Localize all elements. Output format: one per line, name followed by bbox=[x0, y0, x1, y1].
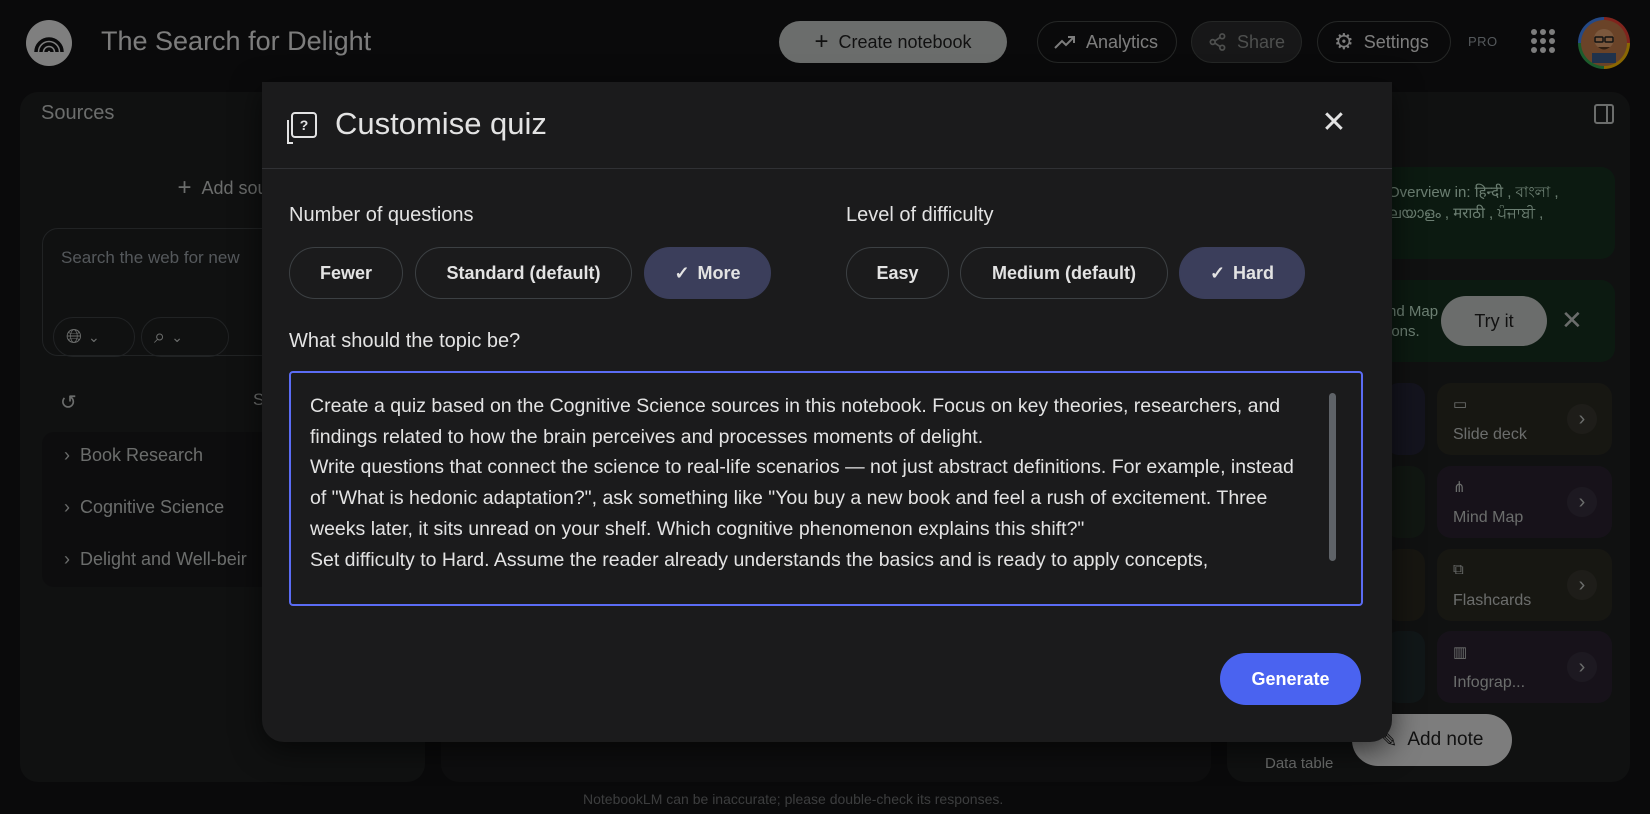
questions-option-fewer[interactable]: Fewer bbox=[289, 247, 403, 299]
dialog-title: Customise quiz bbox=[335, 106, 547, 141]
option-label: Fewer bbox=[319, 262, 373, 283]
difficulty-label: Level of difficulty bbox=[846, 204, 994, 226]
close-icon[interactable]: ✕ bbox=[1318, 106, 1350, 139]
difficulty-option-medium[interactable]: Medium (default) bbox=[960, 247, 1168, 299]
option-label: More bbox=[697, 262, 741, 283]
questions-label: Number of questions bbox=[289, 204, 474, 226]
option-label: Standard (default) bbox=[446, 262, 601, 283]
checkmark-icon: ✓ bbox=[1209, 262, 1226, 283]
difficulty-option-easy[interactable]: Easy bbox=[846, 247, 949, 299]
option-label: Easy bbox=[876, 262, 919, 283]
questions-option-standard[interactable]: Standard (default) bbox=[415, 247, 632, 299]
topic-label: What should the topic be? bbox=[289, 330, 521, 352]
dialog-divider bbox=[262, 168, 1392, 169]
difficulty-option-hard[interactable]: ✓ Hard bbox=[1179, 247, 1305, 299]
topic-textarea[interactable]: Create a quiz based on the Cognitive Sci… bbox=[289, 371, 1363, 606]
quiz-icon: ? bbox=[287, 112, 317, 144]
questions-option-more[interactable]: ✓ More bbox=[644, 247, 771, 299]
topic-scrollbar[interactable] bbox=[1329, 393, 1336, 561]
checkmark-icon: ✓ bbox=[674, 262, 690, 283]
option-label: Medium (default) bbox=[992, 262, 1136, 283]
option-label: Hard bbox=[1233, 262, 1275, 283]
generate-button[interactable]: Generate bbox=[1220, 653, 1361, 705]
